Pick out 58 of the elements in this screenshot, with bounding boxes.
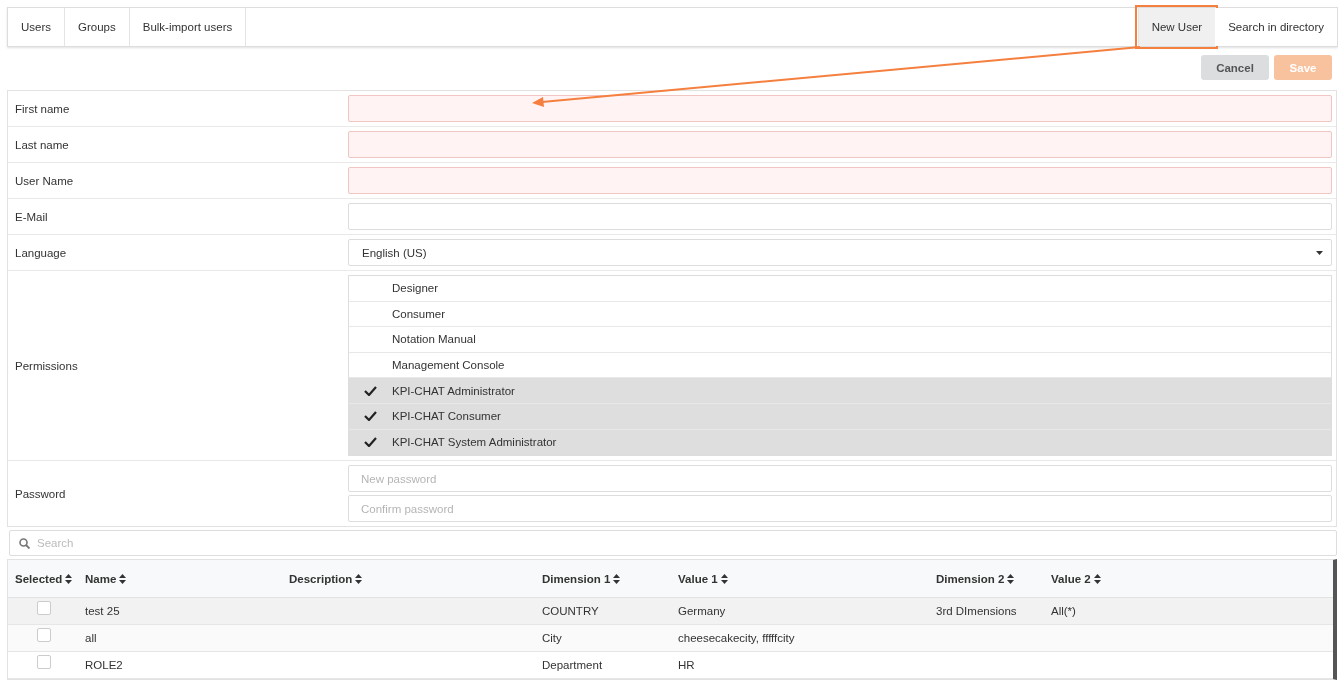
permission-item[interactable]: KPI-CHAT Administrator	[349, 378, 1331, 404]
checkmark-icon	[364, 411, 377, 422]
field-label: Permissions	[14, 358, 79, 374]
field-label: E-Mail	[14, 209, 49, 225]
sort-icon	[119, 573, 127, 584]
table-cell-text: Germany	[678, 605, 727, 618]
cancel-button[interactable]: Cancel	[1201, 55, 1269, 80]
nav-tab[interactable]: Search in directory	[1215, 8, 1337, 46]
sort-icon	[1007, 573, 1015, 584]
select-value: English (US)	[362, 246, 427, 259]
search-field[interactable]: Search	[9, 530, 1337, 557]
sort-icon	[613, 573, 621, 584]
password-field[interactable]: Confirm password	[348, 495, 1332, 523]
search-icon	[19, 538, 30, 550]
column-header[interactable]: Value 2	[1051, 572, 1333, 585]
column-header[interactable]: Description	[289, 572, 542, 585]
table-cell-text: City	[542, 632, 563, 645]
field-label: Language	[14, 245, 68, 261]
table-cell-text: ROLE2	[85, 659, 124, 672]
password-field[interactable]: New password	[348, 465, 1332, 493]
caret-icon	[1316, 250, 1323, 255]
nav-tab[interactable]: Groups	[65, 8, 130, 46]
text-field[interactable]	[348, 131, 1332, 158]
nav-tab[interactable]: Bulk-import users	[129, 8, 247, 46]
checkmark-icon	[364, 385, 377, 396]
table-cell-text: cheesecakecity, fffffcity	[678, 632, 796, 645]
permission-item[interactable]: KPI-CHAT System Administrator	[349, 429, 1331, 456]
row-checkbox[interactable]	[37, 601, 51, 616]
field-label: First name	[14, 101, 71, 117]
nav-tab[interactable]: New User	[1137, 8, 1216, 46]
table-cell-text: All(*)	[1051, 605, 1077, 618]
field-label: Last name	[14, 137, 70, 153]
column-header[interactable]: Value 1	[678, 572, 936, 585]
column-header[interactable]: Dimension 2	[936, 572, 1051, 585]
column-header[interactable]: Name	[85, 572, 289, 585]
permission-item[interactable]: KPI-CHAT Consumer	[349, 403, 1331, 430]
text-field[interactable]	[348, 203, 1332, 230]
field-label: Password	[14, 486, 67, 502]
table-cell-text: all	[85, 632, 98, 645]
field-label: User Name	[14, 173, 75, 189]
nav-tab[interactable]: Users	[8, 8, 66, 46]
row-checkbox[interactable]	[37, 628, 51, 643]
text-field[interactable]	[348, 167, 1332, 194]
text-field[interactable]	[348, 95, 1332, 122]
sort-icon	[355, 573, 363, 584]
column-header[interactable]: Selected	[15, 572, 85, 585]
sort-icon	[65, 573, 73, 584]
column-header[interactable]: Dimension 1	[542, 572, 678, 585]
sort-icon	[720, 573, 728, 584]
row-checkbox[interactable]	[37, 655, 51, 670]
language-select[interactable]: English (US)	[348, 239, 1332, 266]
sort-icon	[1093, 573, 1101, 584]
table-cell-text: 3rd DImensions	[936, 605, 1018, 618]
table-cell-text: Department	[542, 659, 604, 672]
table-cell-text: HR	[678, 659, 696, 672]
table-cell-text: COUNTRY	[542, 605, 600, 618]
checkmark-icon	[364, 437, 377, 448]
table-cell-text: test 25	[85, 605, 121, 618]
